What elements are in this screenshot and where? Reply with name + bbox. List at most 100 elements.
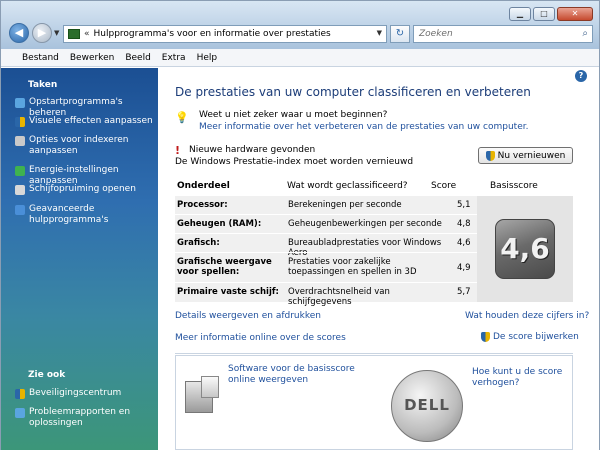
back-button[interactable]: ◀ — [9, 23, 29, 43]
help-icon[interactable]: ? — [575, 70, 587, 82]
sidebar-item-label: Schijfopruiming openen — [29, 184, 136, 194]
uac-shield-icon — [485, 150, 495, 161]
search-icon[interactable]: ⌕ — [582, 28, 588, 39]
component-score: 4,9 — [457, 263, 471, 273]
improve-score-link[interactable]: Hoe kunt u de score verhogen? — [472, 367, 567, 389]
sidebar-item-label: Geavanceerde hulpprogramma's — [29, 204, 109, 225]
menu-tools[interactable]: Extra — [162, 53, 186, 63]
minimize-button[interactable]: ▁ — [509, 7, 531, 21]
warning-subtext: De Windows Prestatie-index moet worden v… — [175, 157, 414, 167]
task-pane: Taken Opstartprogramma's beheren Visuele… — [1, 68, 158, 450]
header-component: Onderdeel — [177, 181, 230, 191]
see-also-heading: Zie ook — [28, 370, 66, 380]
menu-edit[interactable]: Bewerken — [70, 53, 114, 63]
header-rated: Wat wordt geclassificeerd? — [287, 181, 408, 191]
menu-view[interactable]: Beeld — [125, 53, 150, 63]
component-description: Berekeningen per seconde — [288, 200, 402, 210]
startup-icon — [15, 98, 25, 108]
index-icon — [15, 136, 25, 146]
header-base-score: Basisscore — [490, 181, 538, 191]
component-description: Bureaubladprestaties voor Windows Aero — [288, 238, 442, 258]
control-panel-icon — [68, 29, 80, 39]
dell-logo: DELL — [391, 370, 463, 442]
component-description: Prestaties voor zakelijke toepassingen e… — [288, 257, 417, 277]
tools-icon — [15, 205, 25, 215]
score-table-header: Onderdeel Wat wordt geclassificeerd? Sco… — [175, 179, 573, 195]
component-score: 5,7 — [457, 287, 471, 297]
tasks-heading: Taken — [28, 80, 58, 90]
component-name: Processor: — [177, 200, 228, 210]
address-overflow-chevron[interactable]: « — [84, 29, 90, 39]
menu-help[interactable]: Help — [197, 53, 218, 63]
sidebar-item-label: Beveiligingscentrum — [29, 388, 122, 398]
report-icon — [15, 408, 25, 418]
disk-icon — [15, 185, 25, 195]
menu-file[interactable]: Bestand — [22, 53, 59, 63]
component-score: 4,8 — [457, 219, 471, 229]
window-controls: ▁ □ ✕ — [509, 7, 593, 21]
forward-button[interactable]: ▶ — [32, 23, 52, 43]
header-score: Score — [431, 181, 457, 191]
title-bar: ▁ □ ✕ ◀ ▶ ▼ « Hulpprogramma's voor en in… — [1, 1, 599, 49]
component-score: 5,1 — [457, 200, 471, 210]
component-name: Grafische weergave voor spellen: — [177, 257, 272, 277]
shield-icon — [15, 117, 25, 127]
main-content: ? De prestaties van uw computer classifi… — [158, 68, 599, 450]
sidebar-item-label: Probleemrapporten en oplossingen — [29, 407, 131, 428]
row-divider — [175, 233, 477, 234]
update-score-label: De score bijwerken — [493, 332, 579, 342]
what-do-numbers-mean-link[interactable]: Wat houden deze cijfers in? — [465, 311, 589, 321]
component-name: Geheugen (RAM): — [177, 219, 262, 229]
base-score-cell: 4,6 — [477, 196, 573, 302]
menu-bar: Bestand Bewerken Beeld Extra Help — [1, 49, 599, 67]
sidebar-item-security-center[interactable]: Beveiligingscentrum — [15, 388, 155, 399]
page-title: De prestaties van uw computer classifice… — [175, 85, 531, 99]
update-score-link[interactable]: De score bijwerken — [481, 332, 579, 342]
base-score-value: 4,6 — [500, 232, 550, 265]
refresh-icon[interactable]: ↻ — [390, 25, 410, 43]
sidebar-item-problem-reports[interactable]: Probleemrapporten en oplossingen — [15, 407, 155, 429]
component-name: Primaire vaste schijf: — [177, 287, 279, 297]
row-divider — [175, 214, 477, 215]
details-print-link[interactable]: Details weergeven en afdrukken — [175, 311, 321, 321]
address-bar[interactable]: « Hulpprogramma's voor en informatie ove… — [63, 25, 387, 43]
component-description: Overdrachtsnelheid van schijfgegevens — [288, 287, 390, 307]
component-score: 4,6 — [457, 238, 471, 248]
row-divider — [175, 282, 477, 283]
power-icon — [15, 166, 25, 176]
component-description: Geheugenbewerkingen per seconde — [288, 219, 442, 229]
security-icon — [15, 389, 25, 399]
software-online-link[interactable]: Software voor de basisscore online weerg… — [228, 364, 378, 386]
component-name: Grafisch: — [177, 238, 220, 248]
improve-performance-link[interactable]: Meer informatie over het verbeteren van … — [199, 122, 528, 132]
address-text[interactable]: Hulpprogramma's voor en informatie over … — [94, 29, 331, 39]
refresh-now-button[interactable]: Nu vernieuwen — [478, 147, 573, 164]
row-divider — [175, 252, 477, 253]
search-input[interactable]: Zoeken ⌕ — [413, 25, 593, 43]
warning-icon: ! — [175, 144, 181, 157]
explorer-window: ▁ □ ✕ ◀ ▶ ▼ « Hulpprogramma's voor en in… — [0, 0, 600, 450]
software-disc-icon — [201, 376, 219, 398]
warning-text: Nieuwe hardware gevonden — [189, 145, 316, 155]
sidebar-item-label: Visuele effecten aanpassen — [29, 116, 153, 126]
sidebar-item-visual-effects[interactable]: Visuele effecten aanpassen — [15, 116, 155, 127]
section-divider — [175, 353, 573, 354]
sidebar-item-label: Opties voor indexeren aanpassen — [29, 135, 129, 156]
recent-pages-dropdown-icon[interactable]: ▼ — [54, 29, 59, 37]
promo-panel: Software voor de basisscore online weerg… — [175, 355, 573, 450]
sidebar-item-disk-cleanup[interactable]: Schijfopruiming openen — [15, 184, 155, 195]
refresh-now-label: Nu vernieuwen — [497, 150, 566, 161]
base-score-tile: 4,6 — [495, 219, 555, 279]
sidebar-item-indexing[interactable]: Opties voor indexeren aanpassen — [15, 135, 155, 157]
tip-text: Weet u niet zeker waar u moet beginnen? — [199, 110, 388, 120]
scores-online-link[interactable]: Meer informatie online over de scores — [175, 333, 346, 343]
address-dropdown-icon[interactable]: ▼ — [377, 29, 382, 37]
sidebar-item-advanced-tools[interactable]: Geavanceerde hulpprogramma's — [15, 204, 155, 226]
score-table: Processor: Berekeningen per seconde 5,1 … — [175, 196, 573, 307]
search-placeholder: Zoeken — [419, 29, 453, 39]
maximize-button[interactable]: □ — [533, 7, 555, 21]
lightbulb-icon: 💡 — [175, 111, 189, 124]
uac-shield-icon — [481, 332, 490, 342]
dell-logo-text: DELL — [404, 396, 450, 414]
close-button[interactable]: ✕ — [557, 7, 593, 21]
